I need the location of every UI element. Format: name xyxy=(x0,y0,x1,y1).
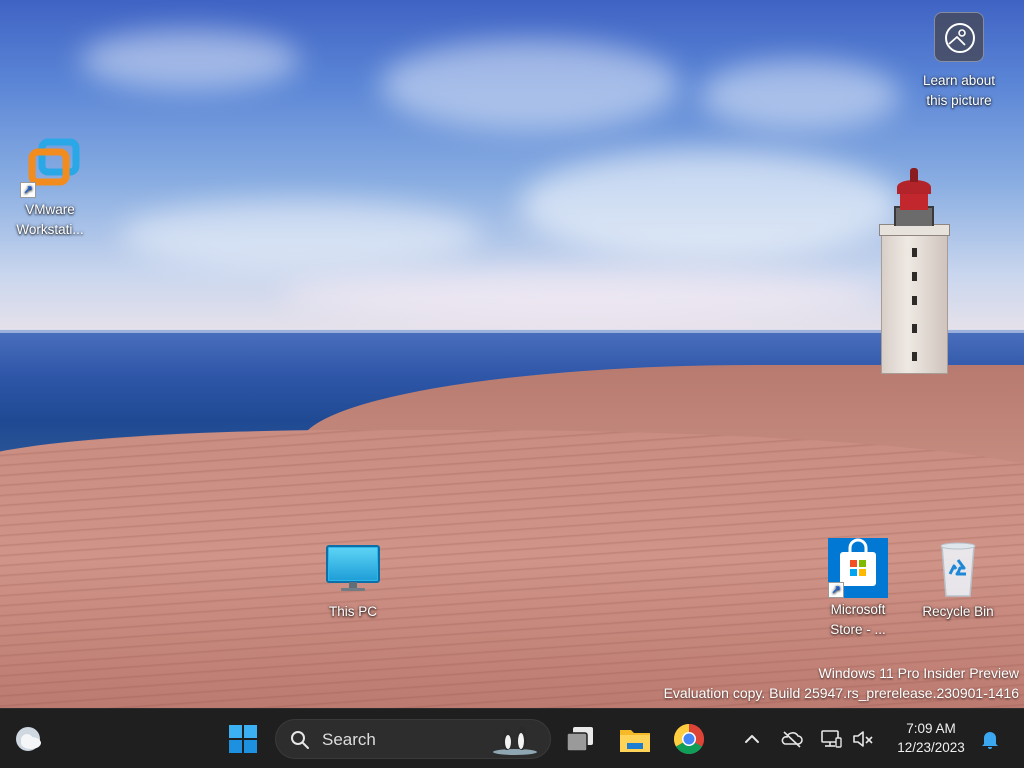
weather-cloud-icon xyxy=(16,727,41,751)
shortcut-arrow-icon: ↗ xyxy=(828,582,844,598)
shortcut-arrow-icon: ↗ xyxy=(20,182,36,198)
lighthouse-window xyxy=(912,272,917,281)
notifications-button[interactable] xyxy=(978,727,1002,751)
network-icon xyxy=(821,730,842,748)
vmware-icon: ↗ xyxy=(20,138,80,198)
lighthouse-window xyxy=(912,324,917,333)
search-icon xyxy=(291,731,309,749)
desktop-icon-label: Recycle Bin xyxy=(922,604,994,619)
taskbar-clock[interactable]: 7:09 AM 12/23/2023 xyxy=(886,719,976,757)
clock-date: 12/23/2023 xyxy=(897,740,965,755)
start-button[interactable] xyxy=(225,721,261,757)
desktop-icon-label: This PC xyxy=(328,604,377,619)
show-hidden-icons-button[interactable] xyxy=(740,727,764,751)
chrome-icon xyxy=(673,724,705,755)
lighthouse-top xyxy=(910,168,918,182)
wallpaper-cloud xyxy=(120,200,480,270)
chrome-button[interactable] xyxy=(671,721,707,757)
wallpaper-cloud xyxy=(80,30,300,90)
notification-bell-icon xyxy=(982,732,998,749)
desktop-icon-vmware[interactable]: ↗ VMware Workstati... xyxy=(10,138,90,240)
clock-time: 7:09 AM xyxy=(906,721,956,736)
lighthouse-dome xyxy=(897,180,931,194)
watermark-line-1: Windows 11 Pro Insider Preview xyxy=(818,665,1019,681)
search-placeholder: Search xyxy=(322,730,376,749)
taskbar-search-box[interactable]: Search xyxy=(275,719,551,759)
microsoft-store-icon: ↗ xyxy=(828,538,888,598)
taskbar: Search 7:09 AM 12/23/2023 xyxy=(0,708,1024,768)
learn-about-picture-label-wrap: Learn about this picture xyxy=(918,71,1000,111)
desktop-icon-recycle-bin[interactable]: Recycle Bin xyxy=(918,540,998,622)
network-button[interactable] xyxy=(819,727,843,751)
desktop-icon-label: Microsoft Store - ... xyxy=(830,602,886,637)
task-view-button[interactable] xyxy=(562,721,598,757)
start-icon xyxy=(229,725,257,753)
wallpaper-cloud xyxy=(380,40,680,130)
widgets-button[interactable] xyxy=(10,721,46,757)
recycle-bin-icon xyxy=(928,540,988,600)
file-explorer-icon xyxy=(620,730,650,752)
wallpaper-cloud xyxy=(520,150,900,260)
evaluation-watermark: Windows 11 Pro Insider Preview Evaluatio… xyxy=(664,663,1019,703)
wallpaper-horizon xyxy=(0,329,1024,333)
desktop-icon-this-pc[interactable]: This PC xyxy=(313,540,393,622)
learn-about-picture-button[interactable] xyxy=(934,12,984,62)
wallpaper-cloud xyxy=(280,270,880,320)
watermark-line-2: Evaluation copy. Build 25947.rs_prerelea… xyxy=(663,685,1019,701)
task-view-icon xyxy=(566,727,593,752)
file-explorer-button[interactable] xyxy=(617,721,653,757)
volume-button[interactable] xyxy=(851,727,875,751)
onedrive-offline-icon xyxy=(781,731,803,748)
this-pc-icon xyxy=(323,540,383,600)
camera-location-icon xyxy=(945,23,975,53)
lighthouse-window xyxy=(912,352,917,361)
lighthouse-window xyxy=(912,248,917,257)
onedrive-button[interactable] xyxy=(780,727,804,751)
desktop-icon-microsoft-store[interactable]: ↗ Microsoft Store - ... xyxy=(818,538,898,640)
search-highlight-penguins-icon xyxy=(493,727,537,755)
volume-muted-icon xyxy=(853,731,873,747)
chevron-up-icon xyxy=(745,735,759,743)
wallpaper-cloud xyxy=(700,60,900,130)
lighthouse-window xyxy=(912,296,917,305)
learn-about-picture-label: Learn about this picture xyxy=(922,73,996,108)
desktop-icon-label: VMware Workstati... xyxy=(16,202,84,237)
